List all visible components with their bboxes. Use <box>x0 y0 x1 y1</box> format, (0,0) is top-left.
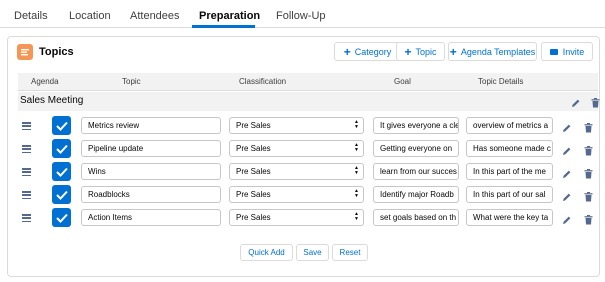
goal-field[interactable]: It gives everyone a cle <box>373 117 459 134</box>
pencil-icon[interactable] <box>562 212 572 230</box>
table-row: Wins Pre Sales ▲ ▼ learn from our succes … <box>18 161 598 184</box>
goal-field[interactable]: set goals based on th <box>373 209 459 226</box>
tab-attendees[interactable]: Attendees <box>130 10 180 22</box>
topic-details-field[interactable]: In this part of the me <box>466 163 553 180</box>
table-row: Roadblocks Pre Sales ▲ ▼ Identify major R… <box>18 184 598 207</box>
goal-field[interactable]: learn from our succes <box>373 163 459 180</box>
topic-field[interactable]: Wins <box>81 163 221 180</box>
pencil-icon[interactable] <box>562 166 572 184</box>
pencil-icon[interactable] <box>562 120 572 138</box>
plus-icon: + <box>343 44 351 59</box>
table-row: Pipeline update Pre Sales ▲ ▼ Getting eve… <box>18 138 598 161</box>
category-label: Sales Meeting <box>20 95 84 106</box>
table-header: Agenda Topic Classification Goal Topic D… <box>18 73 598 91</box>
classification-select[interactable]: Pre Sales ▲ ▼ <box>229 209 364 226</box>
column-header-agenda: Agenda <box>31 77 59 86</box>
plus-icon: + <box>449 44 457 59</box>
invite-button[interactable]: Invite <box>541 42 593 61</box>
active-tab-indicator <box>192 25 255 28</box>
topics-card: Topics + Category + Topic + Agenda Template… <box>7 36 600 277</box>
trash-icon[interactable] <box>584 166 593 184</box>
classification-select[interactable]: Pre Sales ▲ ▼ <box>229 117 364 134</box>
agenda-checkbox[interactable] <box>52 185 71 204</box>
column-header-classification: Classification <box>239 77 287 86</box>
classification-select[interactable]: Pre Sales ▲ ▼ <box>229 163 364 180</box>
tab-follow-up[interactable]: Follow-Up <box>276 10 326 22</box>
goal-field[interactable]: Identify major Roadb <box>373 186 459 203</box>
drag-handle-icon[interactable] <box>22 191 31 199</box>
topic-details-field[interactable]: In this part of our sal <box>466 186 553 203</box>
add-category-button[interactable]: + Category <box>334 42 401 61</box>
envelope-icon <box>549 48 558 55</box>
column-header-goal: Goal <box>394 77 411 86</box>
trash-icon[interactable] <box>584 189 593 207</box>
quick-add-button[interactable]: Quick Add <box>240 244 293 261</box>
select-arrows-icon: ▲ ▼ <box>354 165 359 176</box>
trash-icon[interactable] <box>584 120 593 138</box>
topic-field[interactable]: Metrics review <box>81 117 221 134</box>
card-title: Topics <box>39 46 74 58</box>
pencil-icon[interactable] <box>562 143 572 161</box>
topic-field[interactable]: Action Items <box>81 209 221 226</box>
select-arrows-icon: ▲ ▼ <box>354 142 359 153</box>
trash-icon[interactable] <box>584 212 593 230</box>
topics-icon <box>17 44 33 60</box>
topic-field[interactable]: Roadblocks <box>81 186 221 203</box>
table-row: Action Items Pre Sales ▲ ▼ set goals base… <box>18 207 598 230</box>
column-header-topic: Topic <box>122 77 141 86</box>
drag-handle-icon[interactable] <box>22 168 31 176</box>
agenda-checkbox[interactable] <box>52 116 71 135</box>
reset-button[interactable]: Reset <box>332 244 368 261</box>
topic-details-field[interactable]: overview of metrics a <box>466 117 553 134</box>
topic-details-field[interactable]: Has someone made c <box>466 140 553 157</box>
select-arrows-icon: ▲ ▼ <box>354 211 359 222</box>
select-arrows-icon: ▲ ▼ <box>354 119 359 130</box>
select-arrows-icon: ▲ ▼ <box>354 188 359 199</box>
topic-details-field[interactable]: What were the key ta <box>466 209 553 226</box>
agenda-checkbox[interactable] <box>52 208 71 227</box>
topic-field[interactable]: Pipeline update <box>81 140 221 157</box>
category-row: Sales Meeting <box>18 92 600 113</box>
table-row: Metrics review Pre Sales ▲ ▼ It gives eve… <box>18 115 598 138</box>
tab-details[interactable]: Details <box>14 10 48 22</box>
agenda-checkbox[interactable] <box>52 162 71 181</box>
agenda-checkbox[interactable] <box>52 139 71 158</box>
tab-location[interactable]: Location <box>69 10 111 22</box>
add-topic-button[interactable]: + Topic <box>396 42 445 61</box>
classification-select[interactable]: Pre Sales ▲ ▼ <box>229 140 364 157</box>
plus-icon: + <box>404 44 412 59</box>
goal-field[interactable]: Getting everyone on <box>373 140 459 157</box>
drag-handle-icon[interactable] <box>22 214 31 222</box>
pencil-icon[interactable] <box>571 95 581 113</box>
trash-icon[interactable] <box>591 95 600 113</box>
agenda-templates-button[interactable]: + Agenda Templates <box>448 42 537 61</box>
classification-select[interactable]: Pre Sales ▲ ▼ <box>229 186 364 203</box>
drag-handle-icon[interactable] <box>22 122 31 130</box>
tab-bar: Details Location Attendees Preparation F… <box>0 0 605 28</box>
pencil-icon[interactable] <box>562 189 572 207</box>
drag-handle-icon[interactable] <box>22 145 31 153</box>
column-header-topic-details: Topic Details <box>478 77 524 86</box>
tab-preparation[interactable]: Preparation <box>199 10 260 22</box>
trash-icon[interactable] <box>584 143 593 161</box>
save-button[interactable]: Save <box>296 244 329 261</box>
